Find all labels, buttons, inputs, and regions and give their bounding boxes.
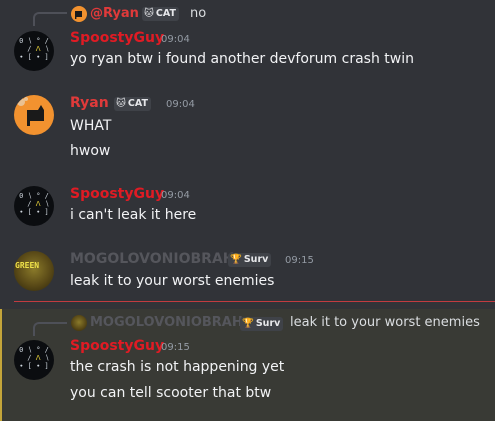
avatar[interactable]: 0 ∖ ° / ∕ ᐱ ∖ ∙ [ ∙ ]	[14, 31, 54, 71]
new-messages-divider	[14, 301, 495, 302]
reply-text[interactable]: no	[190, 6, 206, 21]
reply-text[interactable]: leak it to your worst enemies	[290, 315, 480, 330]
message-timestamp[interactable]: 09:04	[161, 34, 190, 45]
message-author[interactable]: SpoostyGuy	[70, 186, 164, 202]
message-timestamp[interactable]: 09:15	[161, 342, 190, 353]
avatar[interactable]	[14, 95, 54, 135]
message-text: hwow	[70, 143, 111, 159]
reply-spine	[33, 12, 67, 26]
trophy-icon: 🏆	[230, 254, 242, 265]
role-badge: 🐱 CAT	[114, 97, 151, 111]
message-author[interactable]: SpoostyGuy	[70, 338, 164, 354]
message-timestamp[interactable]: 09:04	[166, 99, 195, 110]
message-text: you can tell scooter that btw	[70, 385, 272, 401]
role-badge: 🐱 CAT	[142, 7, 179, 21]
avatar[interactable]: GREEN	[14, 251, 54, 291]
avatar[interactable]: 0 ∖ ° / ∕ ᐱ ∖ ∙ [ ∙ ]	[14, 340, 54, 380]
trophy-icon: 🏆	[242, 318, 254, 329]
cat-icon: 🐱	[116, 98, 126, 109]
reply-avatar[interactable]	[71, 315, 87, 331]
reply-spine	[33, 322, 67, 336]
mention-highlight-bar	[0, 309, 2, 421]
reply-author[interactable]: MOGOLOVONIOBRAH	[90, 315, 243, 330]
cat-icon: 🐱	[144, 8, 154, 19]
message-author[interactable]: Ryan	[70, 95, 109, 111]
message-author[interactable]: SpoostyGuy	[70, 30, 164, 46]
message-timestamp[interactable]: 09:04	[161, 190, 190, 201]
message-text: WHAT	[70, 118, 112, 134]
message-text: the crash is not happening yet	[70, 359, 285, 375]
message-text: yo ryan btw i found another devforum cra…	[70, 51, 414, 67]
avatar[interactable]: 0 ∖ ° / ∕ ᐱ ∖ ∙ [ ∙ ]	[14, 186, 54, 226]
message-text: leak it to your worst enemies	[70, 273, 275, 289]
reply-avatar[interactable]	[71, 6, 87, 22]
message-author[interactable]: MOGOLOVONIOBRAH	[70, 251, 235, 267]
message-text: i can't leak it here	[70, 207, 197, 223]
role-badge: 🏆 Surv	[240, 317, 284, 331]
reply-author[interactable]: @Ryan	[90, 6, 139, 21]
message-timestamp[interactable]: 09:15	[285, 255, 314, 266]
role-badge: 🏆 Surv	[228, 253, 272, 267]
